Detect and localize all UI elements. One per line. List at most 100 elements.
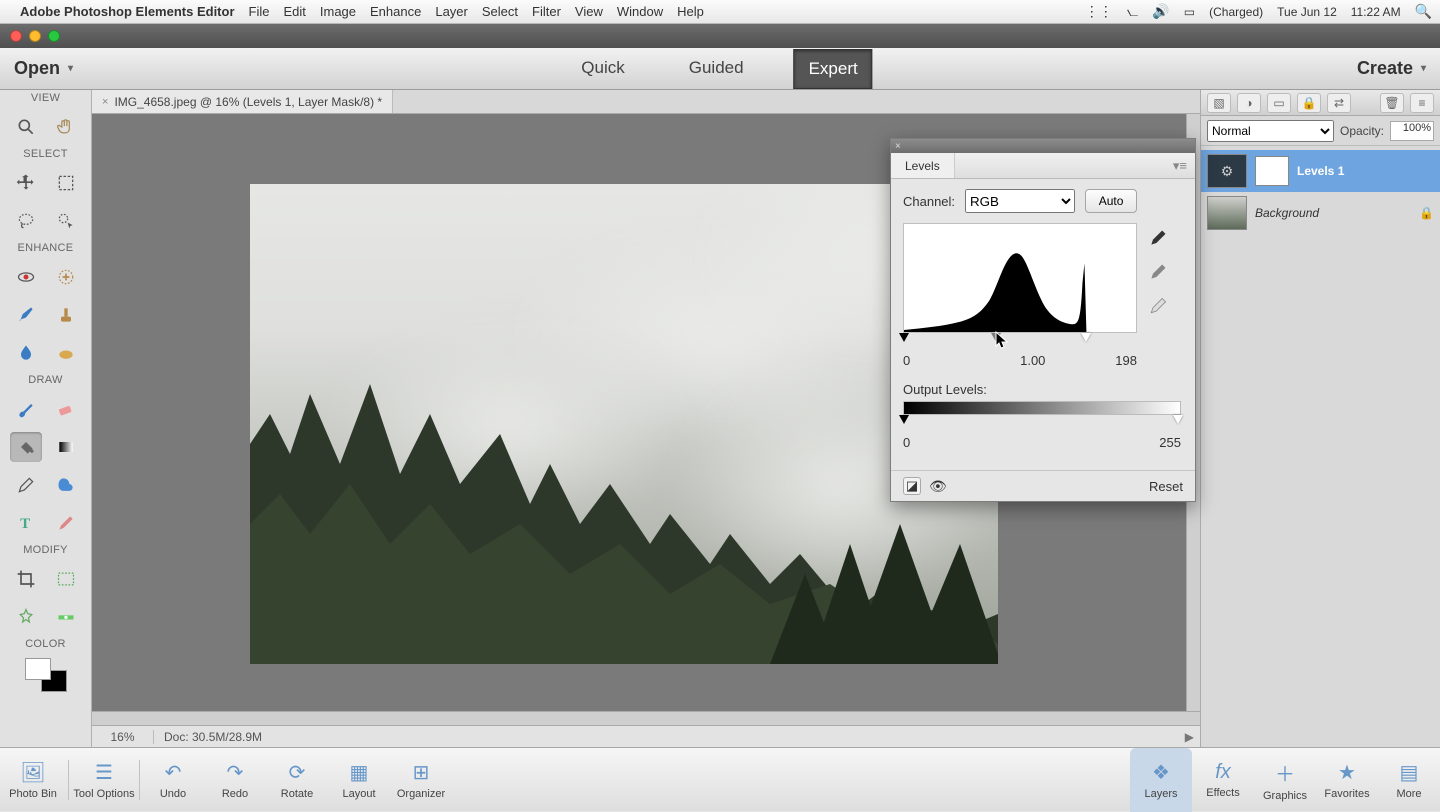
- battery-icon[interactable]: ▭: [1184, 5, 1195, 19]
- quick-select-tool[interactable]: [50, 206, 82, 236]
- output-black-slider[interactable]: [899, 415, 909, 424]
- menu-select[interactable]: Select: [482, 4, 518, 19]
- move-tool[interactable]: [10, 168, 42, 198]
- gradient-tool[interactable]: [50, 432, 82, 462]
- menu-view[interactable]: View: [575, 4, 603, 19]
- channel-select[interactable]: RGB: [965, 189, 1075, 213]
- more-button[interactable]: ▤More: [1378, 748, 1440, 812]
- opacity-field[interactable]: 100%: [1390, 121, 1434, 141]
- window-zoom-button[interactable]: [48, 30, 60, 42]
- hand-tool[interactable]: [50, 112, 82, 142]
- new-adjustment-icon[interactable]: ◑: [1237, 93, 1261, 113]
- delete-layer-icon[interactable]: 🗑: [1380, 93, 1404, 113]
- eyedropper-tool[interactable]: [10, 470, 42, 500]
- levels-close-icon[interactable]: ×: [895, 141, 901, 152]
- output-black-value[interactable]: 0: [903, 435, 910, 450]
- output-sliders[interactable]: [903, 415, 1181, 427]
- menu-window[interactable]: Window: [617, 4, 663, 19]
- gray-eyedropper-icon[interactable]: [1147, 261, 1169, 283]
- cookie-cutter-tool[interactable]: [10, 602, 42, 632]
- lasso-tool[interactable]: [10, 206, 42, 236]
- layer-row-levels[interactable]: ⚙ Levels 1: [1201, 150, 1440, 192]
- volume-icon[interactable]: 🔊: [1152, 3, 1169, 20]
- input-white-value[interactable]: 198: [1115, 353, 1137, 368]
- levels-panel-menu-icon[interactable]: ▾≡: [1165, 158, 1195, 174]
- menu-image[interactable]: Image: [320, 4, 356, 19]
- fg-color[interactable]: [25, 658, 51, 680]
- photo-bin-button[interactable]: 🖼Photo Bin: [0, 748, 66, 812]
- window-close-button[interactable]: [10, 30, 22, 42]
- visibility-toggle-icon[interactable]: 👁: [929, 478, 947, 495]
- spotlight-icon[interactable]: 🔍: [1415, 3, 1432, 20]
- white-eyedropper-icon[interactable]: [1147, 295, 1169, 317]
- blend-mode-select[interactable]: Normal: [1207, 120, 1334, 142]
- tool-options-button[interactable]: ☰Tool Options: [71, 748, 137, 812]
- clip-toggle-icon[interactable]: ◪: [903, 477, 921, 495]
- undo-button[interactable]: ↶Undo: [142, 748, 204, 812]
- output-white-value[interactable]: 255: [1159, 435, 1181, 450]
- input-black-slider[interactable]: [899, 333, 909, 342]
- eraser-tool[interactable]: [50, 394, 82, 424]
- layer-mask-icon[interactable]: ▭: [1267, 93, 1291, 113]
- open-menu-button[interactable]: Open: [14, 58, 73, 79]
- levels-tab[interactable]: Levels: [891, 153, 955, 178]
- menu-layer[interactable]: Layer: [435, 4, 468, 19]
- rotate-button[interactable]: ⟳Rotate: [266, 748, 328, 812]
- shape-tool[interactable]: [50, 470, 82, 500]
- tab-expert[interactable]: Expert: [794, 49, 873, 89]
- auto-button[interactable]: Auto: [1085, 189, 1137, 213]
- document-canvas[interactable]: [250, 184, 998, 664]
- menu-enhance[interactable]: Enhance: [370, 4, 421, 19]
- crop-tool[interactable]: [10, 564, 42, 594]
- organizer-button[interactable]: ⊞Organizer: [390, 748, 452, 812]
- menubar-time[interactable]: 11:22 AM: [1351, 5, 1401, 19]
- input-gamma-value[interactable]: 1.00: [1020, 353, 1045, 368]
- layer-row-background[interactable]: Background 🔒: [1201, 192, 1440, 234]
- doc-info[interactable]: Doc: 30.5M/28.9M: [154, 730, 272, 744]
- paint-bucket-tool[interactable]: [10, 432, 42, 462]
- color-swatch[interactable]: [25, 658, 67, 692]
- input-white-slider[interactable]: [1081, 333, 1091, 342]
- zoom-field[interactable]: 16%: [92, 730, 154, 744]
- levels-panel[interactable]: × Levels ▾≡ Channel: RGB Auto: [890, 138, 1196, 502]
- redeye-tool[interactable]: [10, 262, 42, 292]
- menu-edit[interactable]: Edit: [283, 4, 305, 19]
- new-layer-icon[interactable]: ▧: [1207, 93, 1231, 113]
- menu-file[interactable]: File: [249, 4, 270, 19]
- type-tool[interactable]: T: [10, 508, 42, 538]
- sponge-tool[interactable]: [50, 338, 82, 368]
- layer-mask-thumb[interactable]: [1255, 156, 1289, 186]
- redo-button[interactable]: ↷Redo: [204, 748, 266, 812]
- marquee-tool[interactable]: [50, 168, 82, 198]
- input-black-value[interactable]: 0: [903, 353, 910, 368]
- clone-stamp-tool[interactable]: [50, 300, 82, 330]
- levels-titlebar[interactable]: ×: [891, 139, 1195, 153]
- black-eyedropper-icon[interactable]: [1147, 227, 1169, 249]
- create-menu-button[interactable]: Create: [1357, 58, 1426, 79]
- wifi-icon[interactable]: ⦦: [1127, 3, 1139, 20]
- effects-button[interactable]: fxEffects: [1192, 748, 1254, 812]
- favorites-button[interactable]: ★Favorites: [1316, 748, 1378, 812]
- document-tab[interactable]: × IMG_4658.jpeg @ 16% (Levels 1, Layer M…: [92, 90, 393, 113]
- status-menu-arrow-icon[interactable]: ▶: [1179, 730, 1200, 744]
- panel-menu-icon[interactable]: ≡: [1410, 93, 1434, 113]
- bluetooth-icon[interactable]: ⋮⋮: [1085, 3, 1113, 20]
- reset-button[interactable]: Reset: [1149, 479, 1183, 494]
- spot-heal-tool[interactable]: [50, 262, 82, 292]
- graphics-button[interactable]: ＋Graphics: [1254, 748, 1316, 812]
- layout-button[interactable]: ▦Layout: [328, 748, 390, 812]
- zoom-tool[interactable]: [10, 112, 42, 142]
- output-white-slider[interactable]: [1173, 415, 1183, 424]
- smart-brush-tool[interactable]: [10, 300, 42, 330]
- blur-tool[interactable]: [10, 338, 42, 368]
- lock-icon[interactable]: 🔒: [1297, 93, 1321, 113]
- menu-help[interactable]: Help: [677, 4, 704, 19]
- layers-button[interactable]: ❖Layers: [1130, 748, 1192, 812]
- straighten-tool[interactable]: [50, 602, 82, 632]
- menubar-app-title[interactable]: Adobe Photoshop Elements Editor: [20, 4, 235, 19]
- tab-quick[interactable]: Quick: [567, 49, 638, 89]
- close-tab-icon[interactable]: ×: [102, 96, 108, 108]
- pencil-tool[interactable]: [50, 508, 82, 538]
- brush-tool[interactable]: [10, 394, 42, 424]
- window-minimize-button[interactable]: [29, 30, 41, 42]
